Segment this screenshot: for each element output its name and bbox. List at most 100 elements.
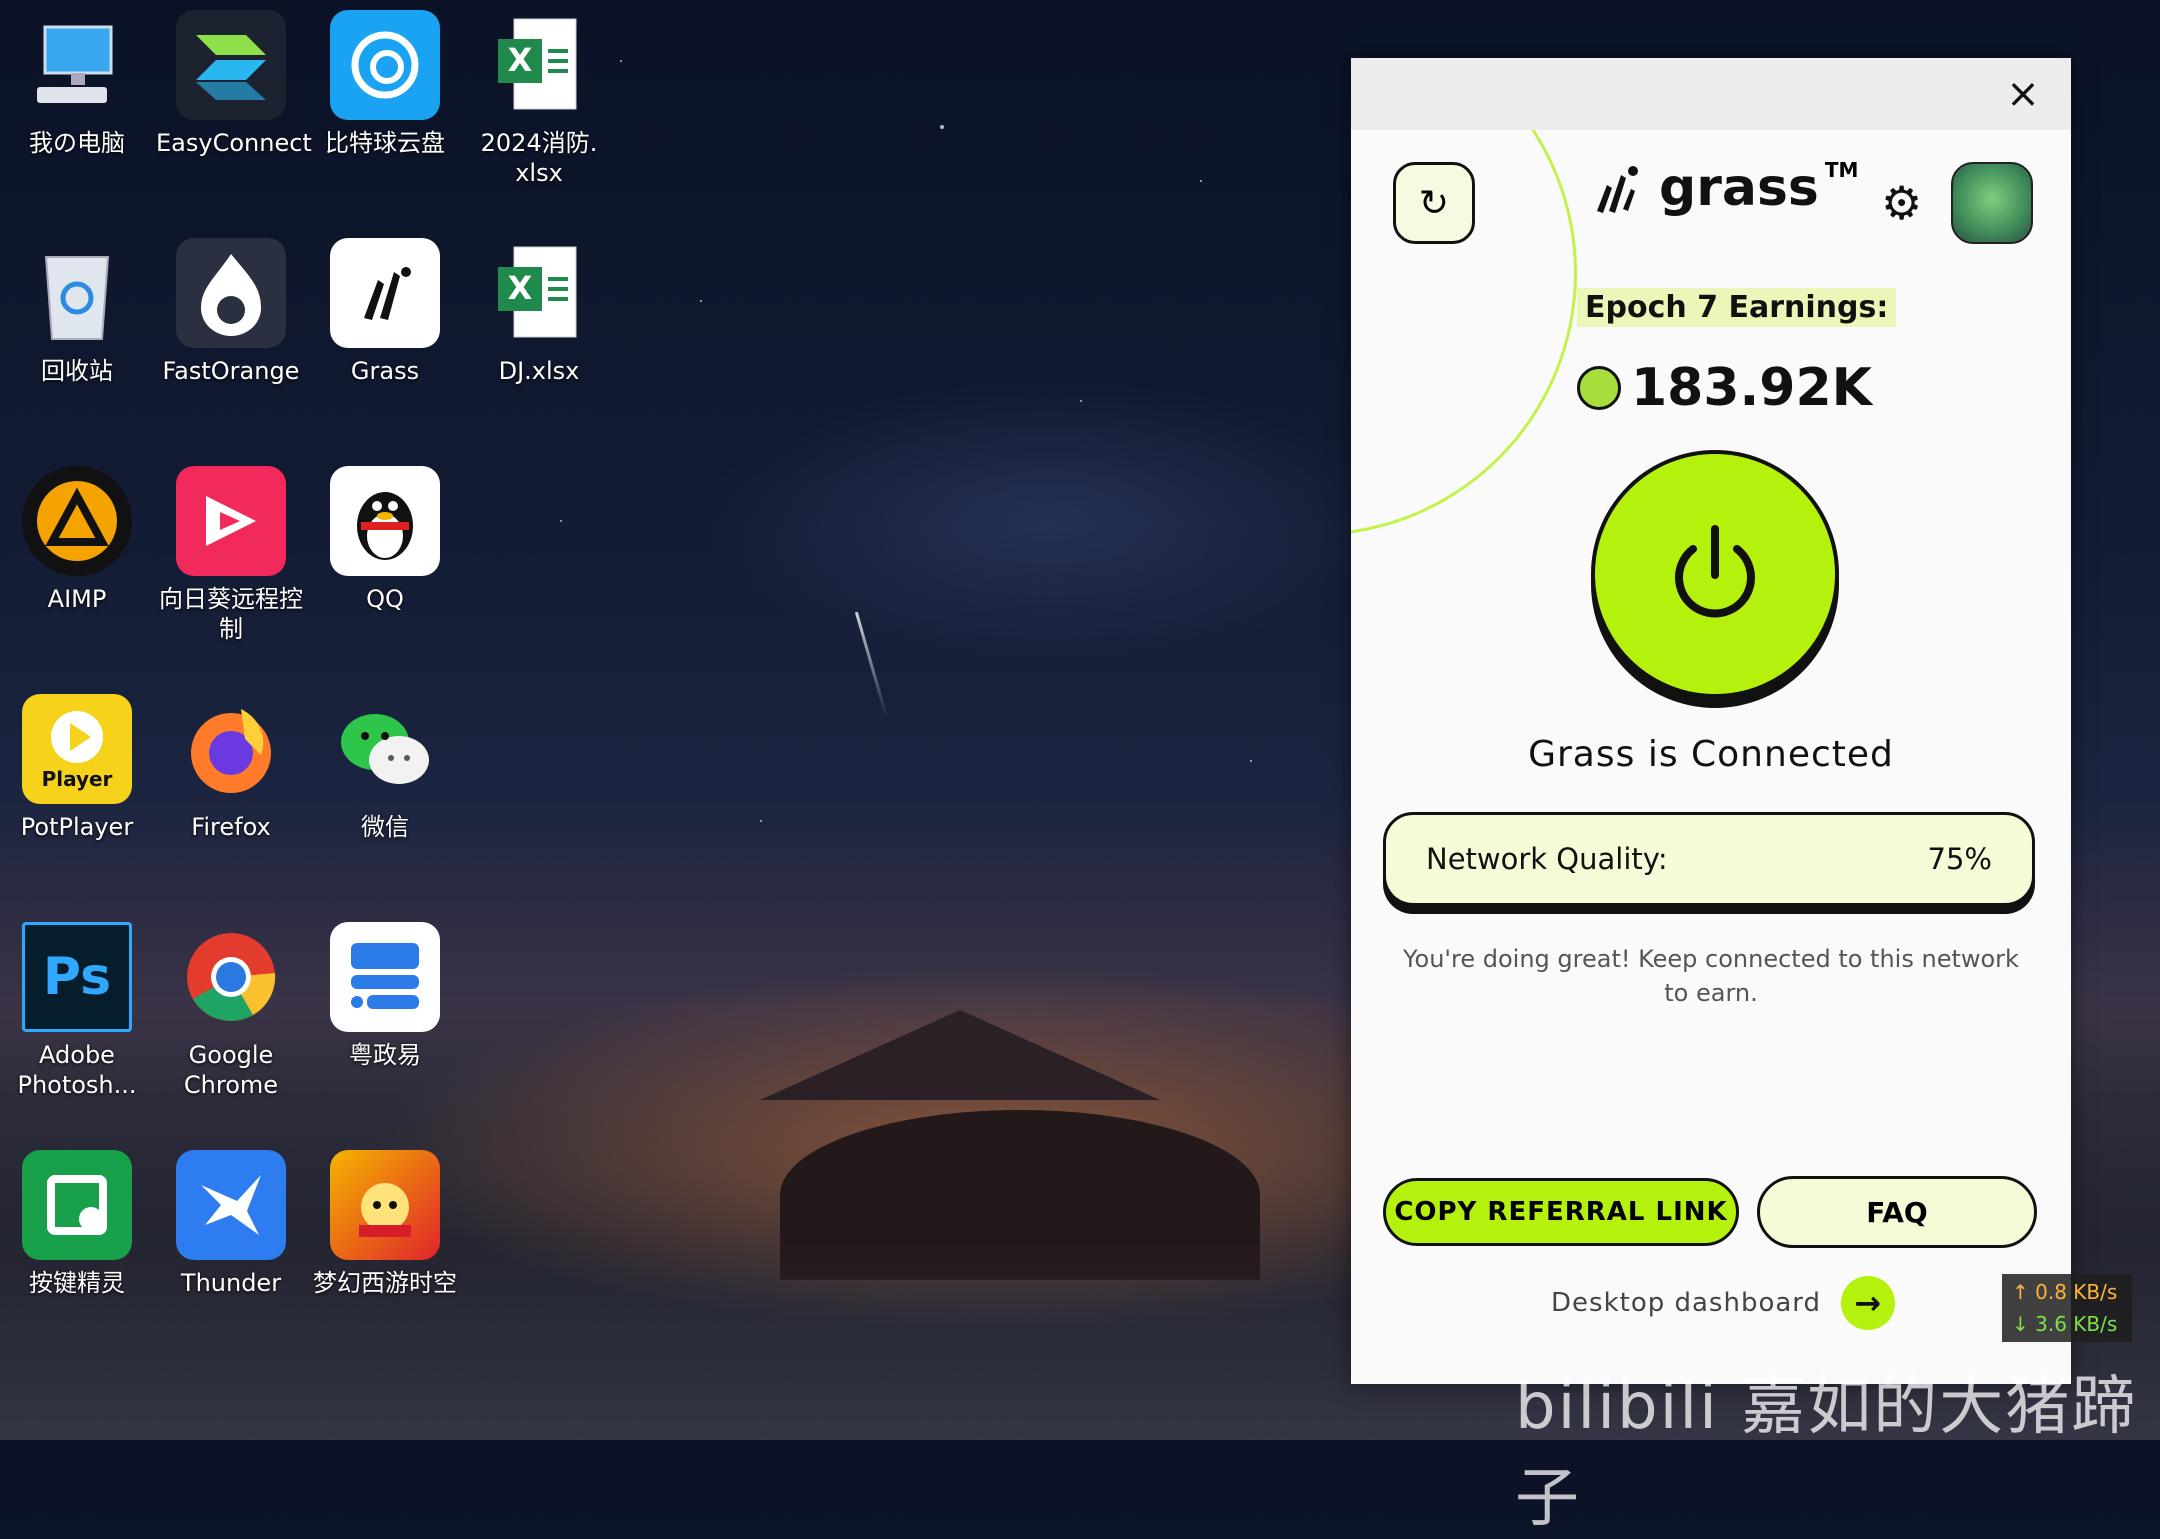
desktop-icon-excel-2024[interactable]: X 2024消防. xlsx <box>464 10 614 188</box>
wechat-icon <box>330 694 440 804</box>
desktop-icon-bitball-cloud[interactable]: 比特球云盘 <box>310 10 460 158</box>
wallpaper-star <box>1200 180 1202 182</box>
desktop-icon-wechat[interactable]: 微信 <box>310 694 460 842</box>
desktop-dashboard-link[interactable]: Desktop dashboard → <box>1551 1276 1896 1330</box>
faq-button[interactable]: FAQ <box>1757 1176 2037 1248</box>
desktop-icon-recycle-bin[interactable]: 回收站 <box>2 238 152 386</box>
grass-app-icon <box>330 238 440 348</box>
wallpaper-star <box>1250 760 1252 762</box>
desktop-icon-label: 我の电脑 <box>29 129 125 157</box>
desktop-icon-excel-dj[interactable]: X DJ.xlsx <box>464 238 614 386</box>
desktop-icon-label: Google Chrome <box>183 1041 279 1099</box>
game-icon <box>330 1150 440 1260</box>
computer-icon <box>22 10 132 120</box>
sunflower-remote-icon <box>176 466 286 576</box>
svg-text:X: X <box>508 269 533 307</box>
grass-coin-icon <box>1577 366 1621 410</box>
encouragement-message: You're doing great! Keep connected to th… <box>1403 945 2019 1007</box>
desktop-icon-label: AIMP <box>47 585 107 613</box>
desktop-icon-aimp[interactable]: AIMP <box>2 466 152 614</box>
recycle-bin-icon <box>22 238 132 348</box>
wallpaper-mountain <box>760 1010 1160 1100</box>
connection-status: Grass is Connected <box>1528 734 1894 775</box>
wallpaper-star <box>620 60 622 62</box>
desktop-icon-label: PotPlayer <box>20 813 134 841</box>
desktop-icon-fastorange[interactable]: FastOrange <box>156 238 306 386</box>
close-icon[interactable]: × <box>2003 74 2043 114</box>
desktop-icon-grass[interactable]: Grass <box>310 238 460 386</box>
earnings-value: 183.92K <box>1631 358 1872 418</box>
wallpaper-star <box>560 520 562 522</box>
desktop-icon-label: 微信 <box>361 813 409 841</box>
desktop-icon-firefox[interactable]: Firefox <box>156 694 306 842</box>
desktop-icon-label: 梦幻西游时空 <box>313 1269 457 1297</box>
desktop-dashboard-label: Desktop dashboard <box>1551 1288 1822 1318</box>
wallpaper-meteor <box>854 611 889 719</box>
photoshop-icon: Ps <box>22 922 132 1032</box>
desktop-icon-label: Thunder <box>180 1269 282 1297</box>
wallpaper-star <box>760 820 762 822</box>
avatar[interactable] <box>1951 162 2033 244</box>
brand-word: grass <box>1659 158 1819 218</box>
network-quality-label: Network Quality: <box>1426 842 1668 876</box>
qq-penguin-icon <box>330 466 440 576</box>
desktop-icon-label: QQ <box>366 585 404 613</box>
potplayer-icon: Player <box>22 694 132 804</box>
desktop-icon-easyconnect[interactable]: EasyConnect <box>156 10 312 158</box>
desktop-icon-label: Adobe Photosh... <box>17 1041 137 1099</box>
desktop-icon-photoshop[interactable]: Ps Adobe Photosh... <box>2 922 152 1100</box>
desktop-icon-label: DJ.xlsx <box>498 357 580 385</box>
chrome-icon <box>176 922 286 1032</box>
copy-referral-link-button[interactable]: COPY REFERRAL LINK <box>1383 1178 1739 1246</box>
cloud-drive-icon <box>330 10 440 120</box>
desktop-icon-sunflower[interactable]: 向日葵远程控 制 <box>156 466 306 644</box>
anjianjingling-icon <box>22 1150 132 1260</box>
desktop-icon-label: Grass <box>350 357 420 385</box>
download-speed: ↓ 3.6 KB/s <box>2012 1312 2118 1336</box>
aimp-icon <box>22 466 132 576</box>
desktop-icon-label: 比特球云盘 <box>325 129 445 157</box>
desktop-icon-chrome[interactable]: Google Chrome <box>156 922 306 1100</box>
wallpaper-star <box>700 300 702 302</box>
power-icon <box>1675 525 1755 618</box>
power-button[interactable] <box>1591 450 1839 698</box>
desktop-icon-label: Firefox <box>191 813 271 841</box>
desktop-icon-label: EasyConnect <box>156 129 312 157</box>
bilibili-watermark: bilibili 嘉如的大猪蹄子 <box>1515 1370 2138 1536</box>
wallpaper-star <box>1080 400 1082 402</box>
desktop-icon-anjianjingling[interactable]: 按键精灵 <box>2 1150 152 1298</box>
upload-speed: ↑ 0.8 KB/s <box>2012 1280 2118 1304</box>
desktop-icon-yuezhengyi[interactable]: 粤政易 <box>310 922 460 1070</box>
network-quality-bar: Network Quality: 75% <box>1383 812 2035 906</box>
desktop-icon-qq[interactable]: QQ <box>310 466 460 614</box>
easyconnect-icon <box>176 10 286 120</box>
network-speed-widget: ↑ 0.8 KB/s ↓ 3.6 KB/s <box>2002 1274 2132 1342</box>
network-quality-value: 75% <box>1927 842 1992 876</box>
desktop-icon-label: 粤政易 <box>349 1041 421 1069</box>
desktop-icon-label: 向日葵远程控 制 <box>159 585 303 643</box>
svg-text:X: X <box>508 41 533 79</box>
excel-icon: X <box>484 238 594 348</box>
trademark: TM <box>1824 158 1859 182</box>
desktop-icon-potplayer[interactable]: Player PotPlayer <box>2 694 152 842</box>
grass-window: × ↻ grass TM ⚙ Epoch 7 Earnings: 183.92K… <box>1351 58 2071 1384</box>
grass-logo: grass TM <box>1593 158 1858 218</box>
refresh-button[interactable]: ↻ <box>1393 162 1475 244</box>
potplayer-icon-text: Player <box>41 767 113 791</box>
desktop-icon-label: FastOrange <box>162 357 300 385</box>
grass-logo-icon <box>1597 166 1638 213</box>
desktop-icon-label: 回收站 <box>41 357 113 385</box>
arrow-right-icon: → <box>1841 1276 1896 1330</box>
epoch-earnings-label: Epoch 7 Earnings: <box>1577 288 1897 327</box>
gear-icon[interactable]: ⚙ <box>1881 176 1922 230</box>
window-titlebar[interactable]: × <box>1351 58 2071 130</box>
desktop-icon-label: 按键精灵 <box>29 1269 125 1297</box>
thunder-bird-icon <box>176 1150 286 1260</box>
desktop-icon-my-computer[interactable]: 我の电脑 <box>2 10 152 158</box>
desktop-icon-menghuan[interactable]: 梦幻西游时空 <box>310 1150 460 1298</box>
desktop-icon-thunder[interactable]: Thunder <box>156 1150 306 1298</box>
fastorange-icon <box>176 238 286 348</box>
refresh-icon: ↻ <box>1418 182 1450 224</box>
photoshop-icon-text: Ps <box>42 947 112 1007</box>
desktop-icon-label: 2024消防. xlsx <box>480 129 598 187</box>
